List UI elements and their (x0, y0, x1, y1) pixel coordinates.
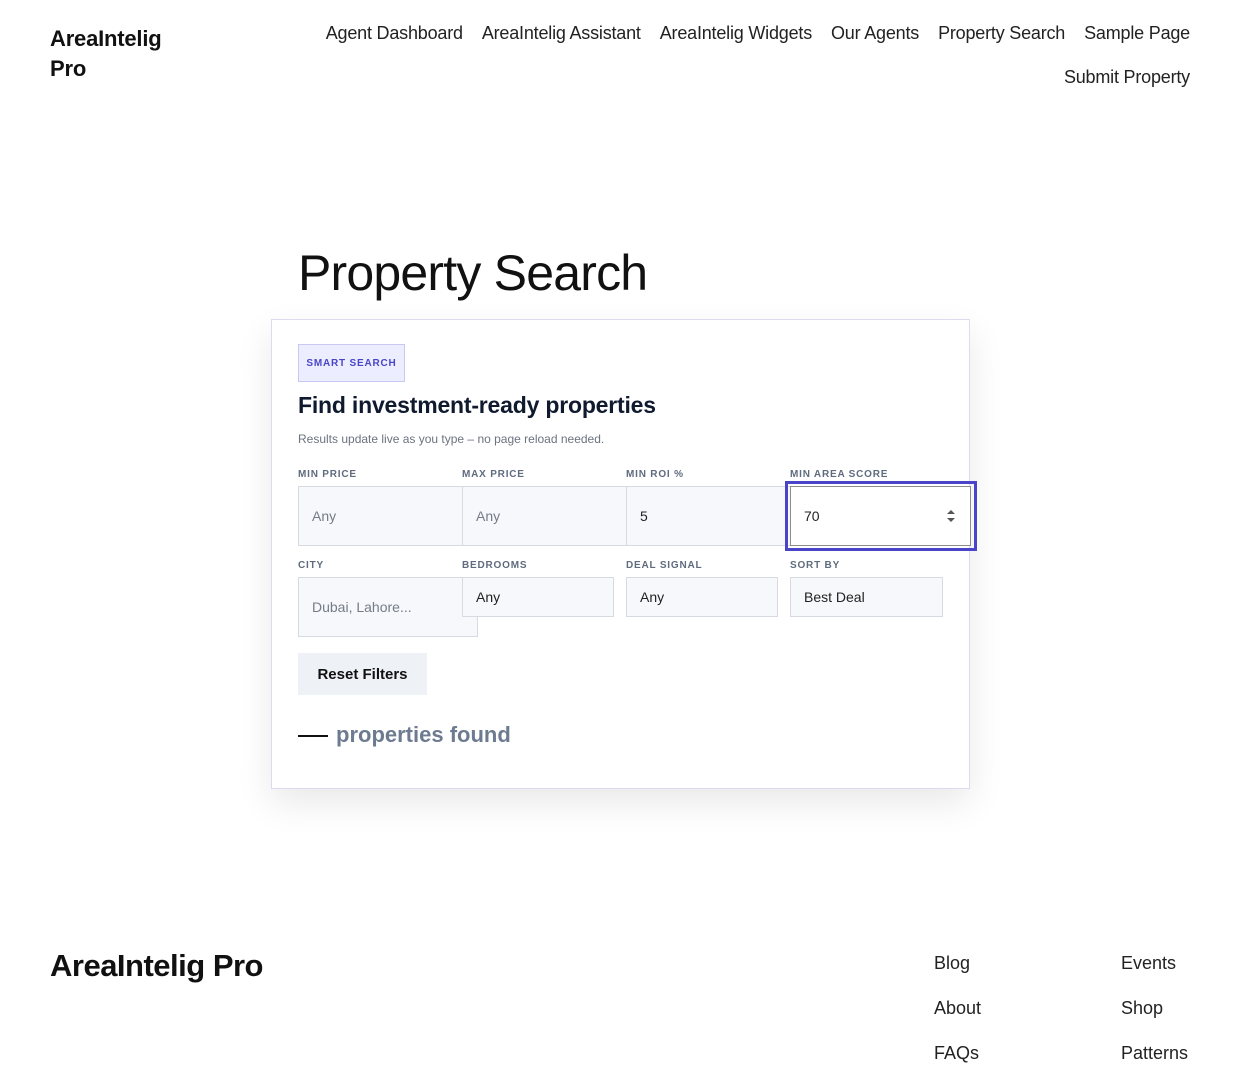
results-count-text: properties found (336, 722, 511, 747)
max-price-input[interactable]: Any (462, 486, 627, 546)
footer-site-title[interactable]: AreaIntelig Pro (50, 948, 264, 984)
max-price-label: MAX PRICE (462, 469, 525, 480)
results-count: properties found (298, 722, 511, 748)
min-area-score-input[interactable]: 70 (790, 486, 971, 546)
deal-signal-select[interactable]: Any (626, 577, 778, 617)
footer-link-shop[interactable]: Shop (1121, 993, 1188, 1023)
results-count-placeholder (298, 735, 328, 737)
search-card: SMART SEARCH Find investment-ready prope… (271, 319, 977, 789)
bedrooms-select[interactable]: Any (462, 577, 614, 617)
page-title: Property Search (298, 245, 648, 301)
min-roi-label: MIN ROI % (626, 469, 684, 480)
footer-link-patterns[interactable]: Patterns (1121, 1038, 1188, 1068)
nav-item-widgets[interactable]: AreaIntelig Widgets (660, 18, 812, 48)
min-area-score-label: MIN AREA SCORE (790, 469, 889, 480)
sort-by-label: SORT BY (790, 560, 841, 571)
site-title[interactable]: AreaIntelig Pro (50, 24, 200, 84)
nav-item-property-search[interactable]: Property Search (938, 18, 1065, 48)
footer-link-events[interactable]: Events (1121, 948, 1188, 978)
nav-item-agent-dashboard[interactable]: Agent Dashboard (326, 18, 463, 48)
nav-item-assistant[interactable]: AreaIntelig Assistant (482, 18, 641, 48)
footer-link-about[interactable]: About (934, 993, 981, 1023)
min-price-input[interactable]: Any (298, 486, 463, 546)
city-input[interactable]: Dubai, Lahore... (298, 577, 478, 637)
min-area-score-value: 70 (804, 508, 820, 524)
sort-by-select[interactable]: Best Deal (790, 577, 943, 617)
reset-filters-button[interactable]: Reset Filters (298, 653, 427, 695)
primary-nav: Agent Dashboard AreaIntelig Assistant Ar… (290, 18, 1190, 92)
search-heading: Find investment-ready properties (298, 392, 656, 418)
deal-signal-label: DEAL SIGNAL (626, 560, 703, 571)
spinner-arrows-icon[interactable] (946, 509, 956, 523)
city-label: CITY (298, 560, 324, 571)
min-roi-input[interactable]: 5 (626, 486, 791, 546)
smart-search-badge: SMART SEARCH (298, 344, 405, 382)
nav-item-sample-page[interactable]: Sample Page (1084, 18, 1190, 48)
nav-item-submit-property[interactable]: Submit Property (1064, 62, 1190, 92)
min-price-label: MIN PRICE (298, 469, 357, 480)
nav-item-our-agents[interactable]: Our Agents (831, 18, 919, 48)
search-subtext: Results update live as you type – no pag… (298, 432, 605, 446)
footer-link-blog[interactable]: Blog (934, 948, 981, 978)
bedrooms-label: BEDROOMS (462, 560, 528, 571)
footer-links-col-2: Events Shop Patterns (1121, 948, 1188, 1068)
footer-links-col-1: Blog About FAQs (934, 948, 981, 1068)
footer-link-faqs[interactable]: FAQs (934, 1038, 981, 1068)
